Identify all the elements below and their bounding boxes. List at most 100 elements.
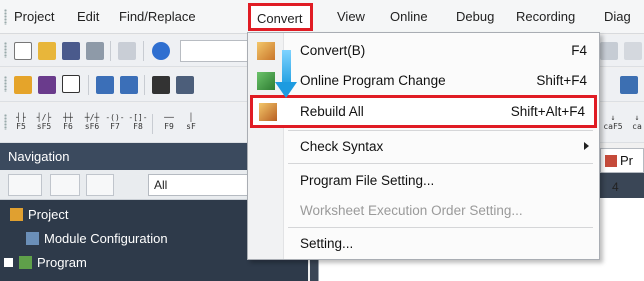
fkey-label: F6	[63, 122, 73, 131]
tab-label: Pr	[620, 153, 633, 168]
tab-program[interactable]: Pr	[600, 148, 644, 173]
module-configuration-icon	[26, 232, 39, 245]
hline-icon[interactable]: ── F9	[158, 113, 180, 135]
device-icon[interactable]	[176, 76, 194, 94]
tree-filter-button[interactable]	[50, 174, 80, 196]
toolbar-grip[interactable]	[4, 114, 7, 130]
rebuild-all-icon	[259, 103, 277, 121]
menu-item-rebuild-all[interactable]: Rebuild All Shift+Alt+F4	[250, 95, 597, 128]
menu-item-label: Online Program Change	[300, 73, 446, 88]
menu-separator	[288, 227, 593, 228]
menu-item-label: Rebuild All	[300, 104, 364, 119]
toolbar-grip[interactable]	[4, 76, 7, 92]
gear-icon[interactable]	[86, 174, 114, 196]
module-view-icon[interactable]	[38, 76, 56, 94]
menu-bar: Project Edit Find/Replace Convert View O…	[0, 0, 644, 34]
pulse-icon[interactable]: ↓ caF5	[602, 113, 624, 135]
fkey-label: F8	[133, 122, 143, 131]
instruction-icon[interactable]: -[]- F8	[127, 113, 149, 135]
collapse-icon[interactable]	[4, 258, 13, 267]
tree-item-module-configuration[interactable]: Module Configuration	[26, 231, 168, 246]
menu-item-label: Convert(B)	[300, 43, 366, 58]
menu-item-shortcut: Shift+F4	[536, 73, 587, 88]
vline-icon[interactable]: │ sF	[180, 113, 202, 135]
menu-item-label: Setting...	[300, 236, 354, 251]
menu-item-worksheet-execution-order-setting: Worksheet Execution Order Setting...	[248, 196, 599, 226]
fkey-label: sF	[186, 122, 196, 131]
help-icon[interactable]	[152, 42, 170, 60]
menu-debug[interactable]: Debug	[456, 9, 494, 24]
tree-item-program[interactable]: Program	[4, 255, 87, 270]
menu-separator	[288, 163, 593, 164]
menu-item-shortcut: F4	[571, 43, 587, 58]
toolbar-separator	[144, 75, 145, 95]
fkey-label: ca	[632, 122, 642, 131]
toolbar-grip[interactable]	[4, 42, 7, 58]
contact-nc-icon[interactable]: ┤/├ sF5	[33, 113, 55, 135]
binoculars-icon[interactable]	[152, 76, 170, 94]
toolbar-separator	[152, 114, 153, 134]
tree-item-label: Program	[37, 255, 87, 270]
menu-item-shortcut: Shift+Alt+F4	[510, 104, 585, 119]
undo-icon[interactable]	[118, 42, 136, 60]
toolbar-separator	[88, 75, 89, 95]
tree-view-button[interactable]	[8, 174, 42, 196]
window-icon[interactable]	[96, 76, 114, 94]
coil-icon[interactable]: -()- F7	[104, 113, 126, 135]
menu-item-label: Program File Setting...	[300, 173, 435, 188]
fkey-label: F7	[110, 122, 120, 131]
program-tab-icon	[605, 155, 617, 167]
convert-menu: Convert(B) F4 Online Program Change Shif…	[247, 32, 600, 260]
toolbar-icon-right-3[interactable]	[620, 76, 638, 94]
parallel-no-icon[interactable]: ┼┼ F6	[57, 113, 79, 135]
menu-diagnostics[interactable]: Diag	[604, 9, 631, 24]
tree-item-label: Project	[28, 207, 69, 222]
menu-project[interactable]: Project	[14, 9, 54, 24]
menu-item-label: Worksheet Execution Order Setting...	[300, 203, 523, 218]
annotation-arrow-shaft	[282, 50, 291, 86]
fkey-label: sF6	[84, 122, 100, 131]
fkey-label: F9	[164, 122, 174, 131]
new-file-icon[interactable]	[14, 42, 32, 60]
toolbar-icon-right-1[interactable]	[600, 42, 618, 60]
menubar-grip[interactable]	[4, 9, 7, 25]
menu-item-convert[interactable]: Convert(B) F4	[248, 36, 599, 66]
contact-no-icon[interactable]: ┤├ F5	[10, 113, 32, 135]
toolbar-icon-right-2[interactable]	[624, 42, 642, 60]
convert-icon	[257, 42, 275, 60]
menu-item-program-file-setting[interactable]: Program File Setting...	[248, 166, 599, 196]
menu-item-setting[interactable]: Setting...	[248, 229, 599, 259]
menu-item-check-syntax[interactable]: Check Syntax	[248, 132, 599, 162]
menu-separator	[288, 130, 593, 131]
fkey-label: F5	[16, 122, 26, 131]
online-change-icon	[257, 72, 275, 90]
toolbar-separator	[110, 41, 111, 61]
fkey-label: caF5	[603, 122, 623, 131]
print-icon[interactable]	[86, 42, 104, 60]
fkey-label: sF5	[36, 122, 52, 131]
parallel-nc-icon[interactable]: ┼/┼ sF6	[81, 113, 103, 135]
annotation-arrow-icon	[275, 82, 297, 98]
open-folder-icon[interactable]	[38, 42, 56, 60]
menu-edit[interactable]: Edit	[77, 9, 99, 24]
program-icon	[19, 256, 32, 269]
save-icon[interactable]	[62, 42, 80, 60]
submenu-arrow-icon	[584, 142, 589, 150]
pulse-icon-2[interactable]: ↓ ca	[626, 113, 644, 135]
menu-item-label: Check Syntax	[300, 139, 384, 154]
menu-online[interactable]: Online	[390, 9, 428, 24]
menu-item-online-program-change[interactable]: Online Program Change Shift+F4	[248, 66, 599, 96]
menu-recording[interactable]: Recording	[516, 9, 575, 24]
tree-item-label: Module Configuration	[44, 231, 168, 246]
window-tile-icon[interactable]	[120, 76, 138, 94]
menu-view[interactable]: View	[337, 9, 365, 24]
search-combo[interactable]	[180, 40, 248, 62]
column-header: 4	[612, 180, 619, 194]
menu-find-replace[interactable]: Find/Replace	[119, 9, 196, 24]
menu-convert[interactable]: Convert	[248, 3, 313, 31]
ladder-view-icon[interactable]	[62, 75, 80, 93]
toolbar-separator	[143, 41, 144, 61]
project-icon	[10, 208, 23, 221]
tree-item-project[interactable]: Project	[10, 207, 68, 222]
project-view-icon[interactable]	[14, 76, 32, 94]
